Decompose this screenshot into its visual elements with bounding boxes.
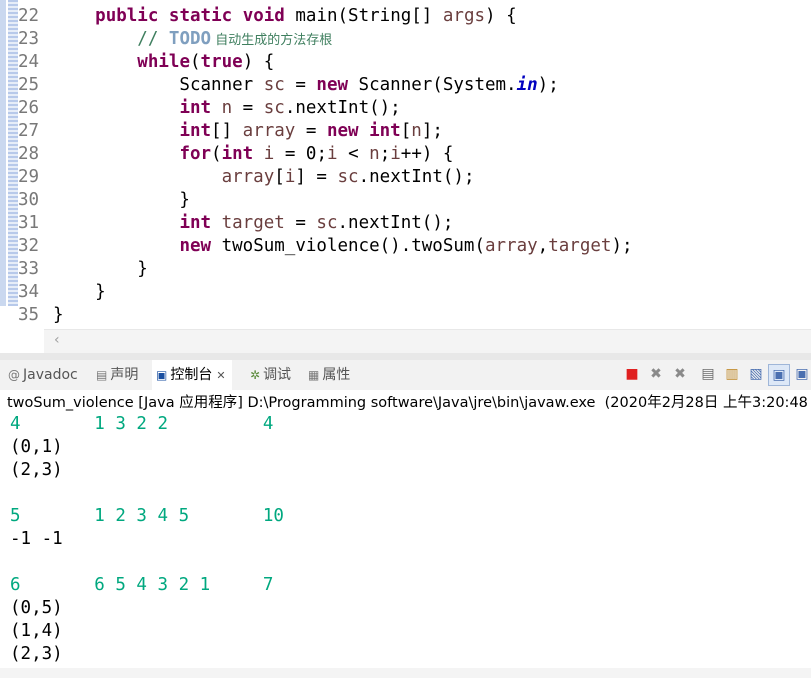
- at-sign-icon: @: [8, 368, 20, 382]
- tab-debug[interactable]: ✲ 调试: [250, 360, 291, 390]
- code-line: 34 }: [0, 281, 811, 304]
- code-line: 32 new twoSum_violence().twoSum(array,ta…: [0, 235, 811, 258]
- console-output-line: (0,5): [10, 598, 63, 618]
- line-number: 25: [18, 75, 40, 95]
- properties-icon: ▦: [308, 368, 320, 382]
- code-text: }: [53, 259, 148, 279]
- code-line: 33 }: [0, 258, 811, 281]
- editor-horizontal-scrollbar[interactable]: ‹: [44, 329, 811, 354]
- line-number: 35: [18, 305, 40, 325]
- line-number: 32: [18, 236, 40, 256]
- tab-javadoc-label: Javadoc: [23, 367, 78, 383]
- display-console-icon[interactable]: ▣: [792, 364, 811, 384]
- code-text: for(int i = 0;i < n;i++) {: [179, 144, 454, 164]
- terminate-icon[interactable]: ■: [622, 364, 642, 384]
- console-input-line: 4 1 3 2 2 4: [10, 414, 274, 434]
- tab-debug-label: 调试: [263, 367, 292, 383]
- code-line: 31 int target = sc.nextInt();: [0, 212, 811, 235]
- console-output-line: (1,4): [10, 621, 63, 641]
- code-text: Scanner sc = new Scanner(System.in);: [53, 75, 559, 95]
- code-line: 29 array[i] = sc.nextInt();: [0, 166, 811, 189]
- code-text: new twoSum_violence().twoSum(array,targe…: [179, 236, 633, 256]
- code-editor[interactable]: 22 public static void main(String[] args…: [0, 0, 811, 330]
- word-wrap-icon[interactable]: ▧: [746, 364, 766, 384]
- console-output-line: (2,3): [10, 644, 63, 664]
- code-text: while(true) {: [137, 52, 275, 72]
- tab-properties-label: 属性: [322, 367, 351, 383]
- console-output-line: (0,1): [10, 437, 63, 457]
- line-number: 28: [18, 144, 40, 164]
- scroll-left-icon[interactable]: ‹: [54, 332, 60, 348]
- code-text: public static void main(String[] args) {: [95, 6, 517, 26]
- tab-declaration-label: 声明: [110, 367, 139, 383]
- view-separator[interactable]: [0, 353, 811, 360]
- clear-console-icon[interactable]: ▤: [698, 364, 718, 384]
- declaration-icon: ▤: [96, 368, 108, 382]
- code-line: 27 int[] array = new int[n];: [0, 120, 811, 143]
- console-horizontal-scrollbar[interactable]: [0, 668, 811, 678]
- code-text: }: [53, 190, 190, 210]
- console-icon: ▣: [156, 368, 168, 382]
- tab-declaration[interactable]: ▤ 声明: [96, 360, 138, 390]
- code-line: 30 }: [0, 189, 811, 212]
- tab-properties[interactable]: ▦ 属性: [308, 360, 350, 390]
- close-icon[interactable]: ✕: [216, 369, 225, 382]
- code-text: }: [53, 305, 64, 325]
- line-number: 26: [18, 98, 40, 118]
- code-line: 25 Scanner sc = new Scanner(System.in);: [0, 74, 811, 97]
- code-text: // TODO 自动生成的方法存根: [137, 29, 333, 49]
- tab-console[interactable]: ▣ 控制台 ✕: [152, 360, 232, 390]
- line-number: 24: [18, 52, 40, 72]
- line-number: 33: [18, 259, 40, 279]
- line-number: 23: [18, 29, 40, 49]
- line-number: 27: [18, 121, 40, 141]
- code-line: 35}: [0, 304, 811, 327]
- line-number: 29: [18, 167, 40, 187]
- remove-launch-icon[interactable]: ✖: [646, 364, 666, 384]
- console-output-line: -1 -1: [10, 529, 63, 549]
- code-text: array[i] = sc.nextInt();: [221, 167, 475, 187]
- remove-all-terminated-icon[interactable]: ✖: [670, 364, 690, 384]
- line-number: 30: [18, 190, 40, 210]
- tab-javadoc[interactable]: @ Javadoc: [8, 360, 78, 390]
- scroll-lock-icon[interactable]: ▥: [722, 364, 742, 384]
- view-tab-bar: @ Javadoc ▤ 声明 ▣ 控制台 ✕ ✲ 调试 ▦ 属性 ■ ✖ ✖ ▤ ▥ ▧ ▣…: [0, 360, 811, 390]
- console-input-line: 6 6 5 4 3 2 1 7: [10, 575, 274, 595]
- pin-console-icon[interactable]: ▣: [768, 364, 790, 386]
- code-line: 23 // TODO 自动生成的方法存根: [0, 28, 811, 51]
- tab-console-label: 控制台: [170, 367, 213, 383]
- line-number: 34: [18, 282, 40, 302]
- console-input-line: 5 1 2 3 4 5 10: [10, 506, 284, 526]
- code-text: int[] array = new int[n];: [179, 121, 443, 141]
- console-process-label: twoSum_violence [Java 应用程序] D:\Programmi…: [7, 395, 808, 411]
- line-number: 31: [18, 213, 40, 233]
- code-text: int target = sc.nextInt();: [179, 213, 454, 233]
- code-line: 26 int n = sc.nextInt();: [0, 97, 811, 120]
- code-line: 28 for(int i = 0;i < n;i++) {: [0, 143, 811, 166]
- console-output-line: (2,3): [10, 460, 63, 480]
- bug-icon: ✲: [250, 368, 261, 382]
- line-number: 22: [18, 6, 40, 26]
- code-text: }: [53, 282, 106, 302]
- code-line: 24 while(true) {: [0, 51, 811, 74]
- code-line: 22 public static void main(String[] args…: [0, 5, 811, 28]
- code-text: int n = sc.nextInt();: [179, 98, 401, 118]
